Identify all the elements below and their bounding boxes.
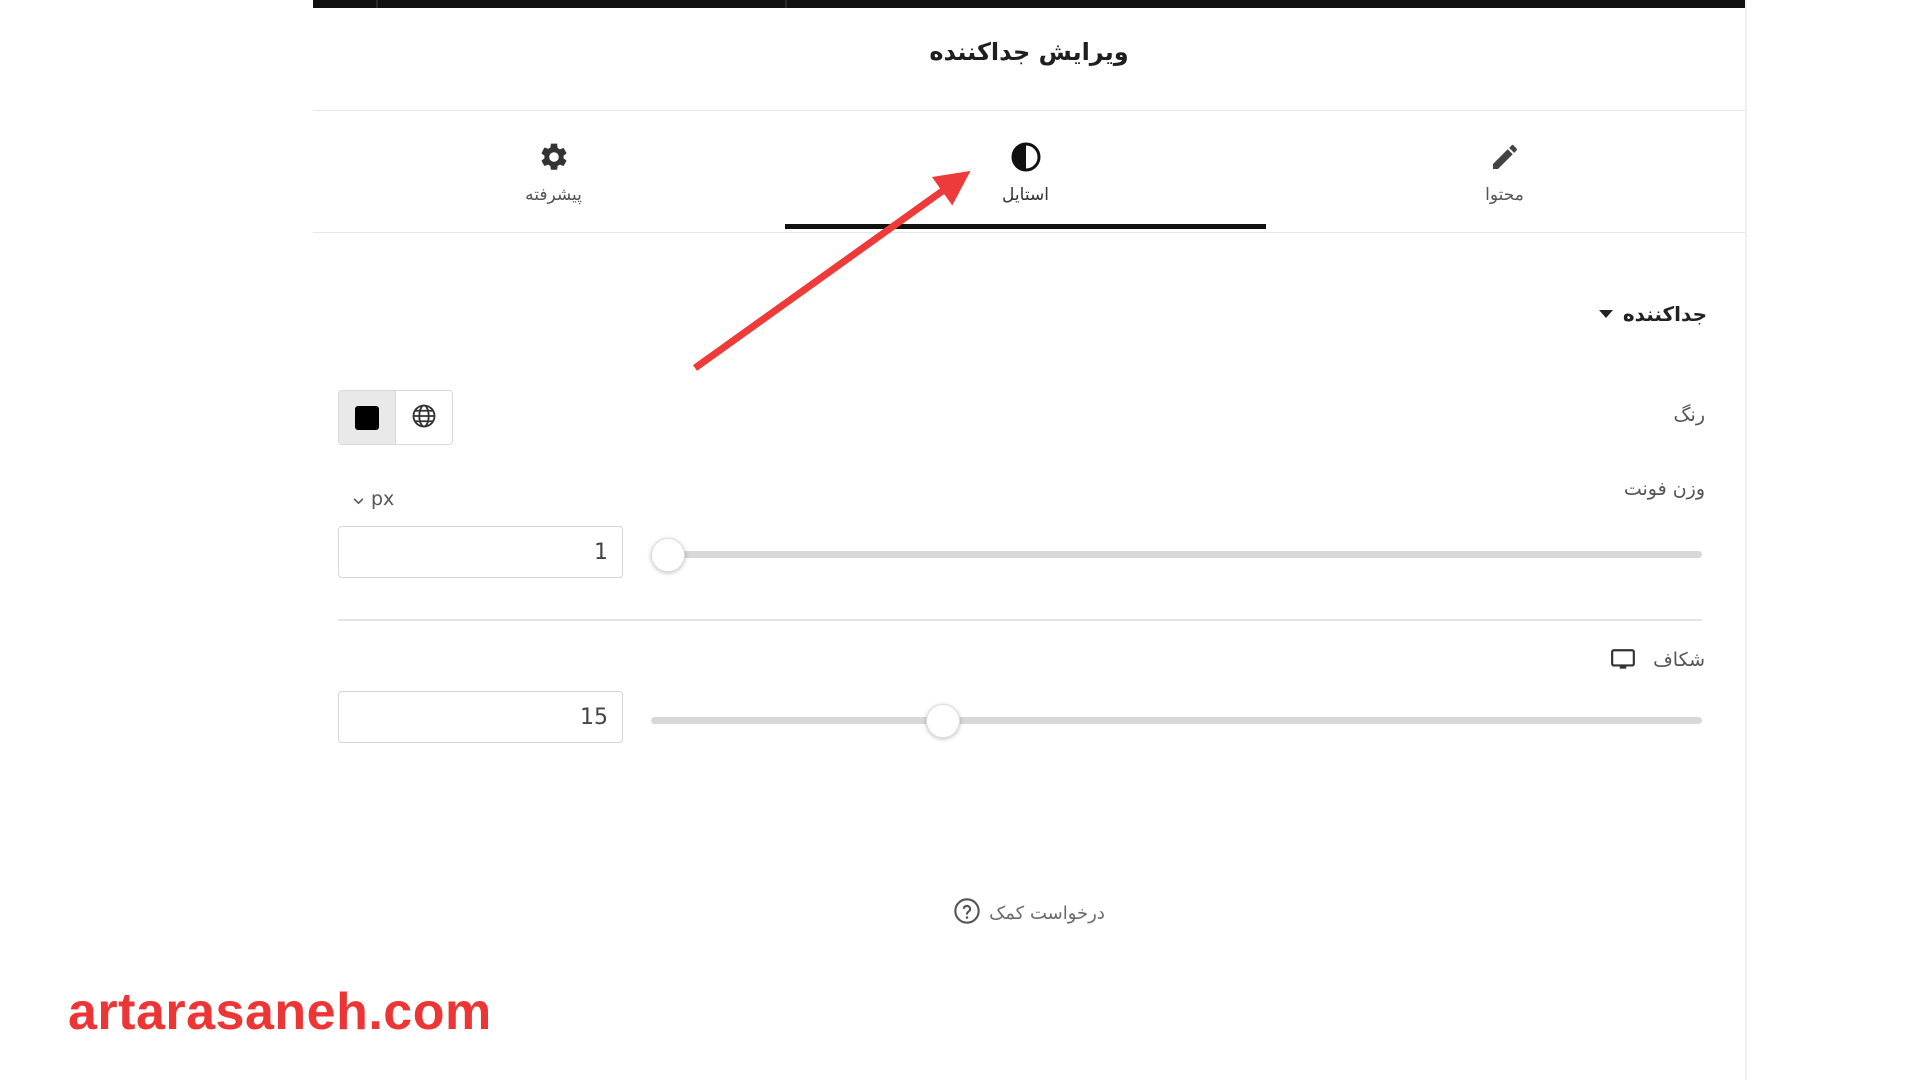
- top-bar: [313, 0, 1745, 8]
- control-divider: [338, 619, 1702, 621]
- tab-bar: پیشرفته استایل محتوا: [313, 111, 1745, 231]
- gap-slider-track[interactable]: [651, 717, 1702, 724]
- gap-label: شکاف: [1653, 649, 1705, 671]
- weight-slider-thumb[interactable]: [651, 538, 685, 572]
- unit-selector[interactable]: px: [353, 488, 394, 510]
- gap-input[interactable]: [338, 691, 623, 743]
- gap-slider-thumb[interactable]: [925, 704, 960, 738]
- tabs-divider: [313, 232, 1745, 233]
- pencil-icon: [1489, 141, 1521, 173]
- globe-icon: [410, 402, 438, 434]
- tab-label: استایل: [1002, 185, 1049, 205]
- desktop-icon[interactable]: [1610, 648, 1636, 676]
- color-swatch-button[interactable]: [339, 391, 396, 444]
- top-bar-separator: [376, 0, 378, 8]
- panel-right-border: [1745, 0, 1747, 1080]
- section-toggle-divider[interactable]: جداکننده: [1598, 302, 1707, 326]
- weight-label: وزن فونت: [1623, 478, 1705, 500]
- tab-label: پیشرفته: [525, 185, 582, 205]
- contrast-icon: [1010, 141, 1042, 173]
- unit-label: px: [371, 488, 395, 510]
- gear-icon: [538, 141, 570, 173]
- chevron-down-icon: [353, 488, 364, 510]
- global-colors-button[interactable]: [396, 391, 452, 444]
- color-label: رنگ: [1673, 404, 1705, 426]
- active-tab-indicator: [785, 224, 1266, 229]
- watermark-text: artarasaneh.com: [68, 983, 492, 1041]
- panel-title: ویرایش جداکننده: [929, 38, 1129, 66]
- weight-slider-track[interactable]: [651, 551, 1702, 558]
- page: ویرایش جداکننده پیشرفته استایل محتوا جدا…: [0, 0, 1920, 1080]
- tab-content[interactable]: محتوا: [1264, 111, 1745, 231]
- help-icon: [953, 897, 981, 930]
- tab-advanced[interactable]: پیشرفته: [313, 111, 794, 231]
- weight-input[interactable]: [338, 526, 623, 578]
- help-link[interactable]: درخواست کمک: [313, 897, 1745, 930]
- help-label: درخواست کمک: [989, 903, 1105, 924]
- top-bar-separator: [785, 0, 787, 8]
- section-title: جداکننده: [1622, 302, 1707, 326]
- tab-style[interactable]: استایل: [785, 111, 1266, 231]
- color-picker-group: [338, 390, 453, 445]
- tab-label: محتوا: [1485, 185, 1524, 205]
- color-swatch: [355, 405, 379, 430]
- caret-down-icon: [1598, 310, 1613, 318]
- editor-panel: ویرایش جداکننده پیشرفته استایل محتوا جدا…: [313, 8, 1745, 1080]
